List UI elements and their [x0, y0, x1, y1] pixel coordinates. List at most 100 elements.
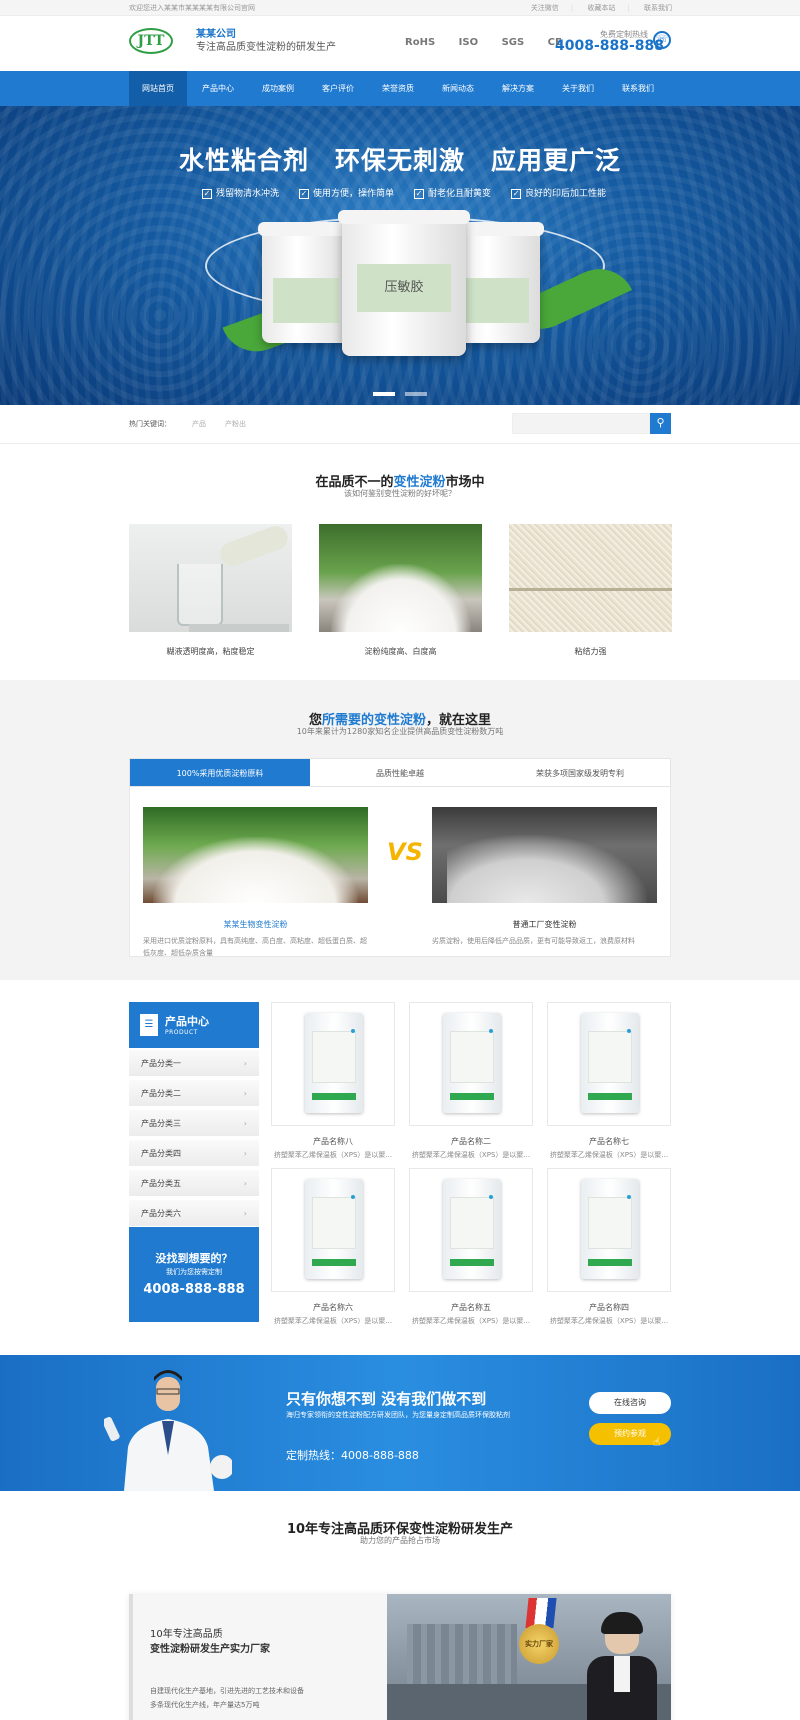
product-card[interactable]	[547, 1002, 671, 1126]
product-desc: 挤塑聚苯乙烯保温板（XPS）是以聚...	[273, 1317, 393, 1325]
product-bag-image	[305, 1179, 363, 1279]
nav-reviews[interactable]: 客户评价	[309, 71, 367, 106]
product-bag-image	[305, 1013, 363, 1113]
product-desc: 挤塑聚苯乙烯保温板（XPS）是以聚...	[273, 1151, 393, 1159]
chevron-right-icon: ›	[243, 1089, 247, 1098]
product-card[interactable]	[547, 1168, 671, 1292]
nav-home[interactable]: 网站首页	[129, 71, 187, 106]
slider-dots	[0, 389, 800, 399]
our-starch-name: 某某生物变性淀粉	[223, 920, 288, 929]
product-name[interactable]: 产品名称五	[409, 1302, 533, 1313]
logo[interactable]: JTT	[129, 28, 173, 54]
quality-image-powder	[319, 524, 482, 632]
list-icon: ☰	[140, 1014, 158, 1036]
product-bag-image	[443, 1013, 501, 1113]
rohs-logo: RoHS	[405, 37, 436, 48]
quality-caption: 粘结力强	[574, 647, 607, 656]
tab-performance[interactable]: 品质性能卓越	[310, 759, 490, 786]
product-card[interactable]	[271, 1168, 395, 1292]
chevron-right-icon: ›	[243, 1149, 247, 1158]
vs-mark: VS	[387, 838, 423, 866]
hero-banner[interactable]: 水性粘合剂 环保无刺激 应用更广泛 ✓ 残留物清水冲洗 ✓ 使用方便，操作简单 ✓ 耐…	[0, 106, 800, 405]
nav-about[interactable]: 关于我们	[549, 71, 607, 106]
feature-item: ✓ 使用方便，操作简单	[299, 189, 395, 199]
product-bag-image	[443, 1179, 501, 1279]
our-starch-desc: 采用进口优质淀粉原料，具有高纯度、高白度、高粘度、超低蛋白质、超低灰度、超低杂质…	[143, 937, 367, 957]
product-desc: 挤塑聚苯乙烯保温板（XPS）是以聚...	[549, 1151, 669, 1159]
check-icon: ✓	[511, 189, 522, 199]
hot-keyword[interactable]: 产粉出	[225, 419, 246, 429]
ordinary-starch-name: 普通工厂变性淀粉	[512, 920, 577, 929]
slider-dot[interactable]	[373, 392, 395, 396]
quality-subtitle: 该如何鉴别变性淀粉的好坏呢？	[344, 489, 456, 498]
about-paragraph: 自建现代化生产基地，引进先进的工艺技术和设备 多条现代化生产线，年产量达5万吨	[150, 1687, 304, 1709]
product-name[interactable]: 产品名称七	[547, 1136, 671, 1147]
product-card[interactable]	[271, 1002, 395, 1126]
product-name[interactable]: 产品名称八	[271, 1136, 395, 1147]
about-heading-2: 变性淀粉研发生产实力厂家	[150, 1644, 270, 1655]
nav-honors[interactable]: 荣誉资质	[369, 71, 427, 106]
product-name[interactable]: 产品名称四	[547, 1302, 671, 1313]
banner-headline: 水性粘合剂 环保无刺激 应用更广泛	[178, 146, 621, 175]
product-desc: 挤塑聚苯乙烯保温板（XPS）是以聚...	[549, 1317, 669, 1325]
banner-features: ✓ 残留物清水冲洗 ✓ 使用方便，操作简单 ✓ 耐老化且耐黄变 ✓ 良好的印后加工性能	[202, 186, 626, 199]
nav-solutions[interactable]: 解决方案	[489, 71, 547, 106]
product-name[interactable]: 产品名称二	[409, 1136, 533, 1147]
top-links: 关注微信 | 收藏本站 | 联系我们	[530, 4, 672, 12]
nav-products[interactable]: 产品中心	[189, 71, 247, 106]
category-item[interactable]: 产品分类一 ›	[129, 1050, 259, 1077]
chevron-right-icon: ›	[243, 1209, 247, 1218]
product-bucket: 压敏胶	[338, 210, 470, 356]
check-icon: ✓	[414, 189, 425, 199]
hotline-number: 4008-888-888	[555, 38, 665, 54]
product-card[interactable]	[409, 1168, 533, 1292]
product-center-header: ☰ 产品中心 PRODUCT	[129, 1002, 259, 1048]
tab-patents[interactable]: 荣获多项国家级发明专利	[490, 759, 670, 786]
product-card[interactable]	[409, 1002, 533, 1126]
category-item[interactable]: 产品分类四 ›	[129, 1140, 259, 1167]
feature-item: ✓ 良好的印后加工性能	[511, 189, 607, 199]
search-input[interactable]	[512, 413, 650, 434]
iso-logo: ISO	[458, 37, 479, 48]
cursor-hand-icon: ☝	[653, 1435, 661, 1449]
bookmark-link[interactable]: 收藏本站	[587, 4, 615, 12]
nav-contact[interactable]: 联系我们	[609, 71, 667, 106]
scientist-image	[104, 1370, 232, 1491]
category-item[interactable]: 产品分类三 ›	[129, 1110, 259, 1137]
custom-contact-box[interactable]: 没找到想要的？ 我们为您按需定制 4008-888-888	[129, 1227, 259, 1322]
product-desc: 挤塑聚苯乙烯保温板（XPS）是以聚...	[411, 1151, 531, 1159]
product-bag-image	[581, 1013, 639, 1113]
check-icon: ✓	[202, 189, 212, 199]
product-name[interactable]: 产品名称六	[271, 1302, 395, 1313]
quality-image-clear	[129, 524, 292, 632]
check-icon: ✓	[299, 189, 310, 199]
chevron-right-icon: ›	[243, 1059, 247, 1068]
quality-image-bond	[509, 524, 672, 632]
nav-cases[interactable]: 成功案例	[249, 71, 307, 106]
search-button[interactable]: ⚲	[650, 413, 671, 434]
chevron-right-icon: ›	[243, 1119, 247, 1128]
cta-subtitle: 海归专家领衔的变性淀粉配方研发团队，为您量身定制高品质环保胶粘剂	[286, 1411, 510, 1419]
contact-link[interactable]: 联系我们	[644, 4, 672, 12]
category-item[interactable]: 产品分类二 ›	[129, 1080, 259, 1107]
follow-wechat-link[interactable]: 关注微信	[531, 4, 559, 12]
hot-keywords-label: 热门关键词：	[129, 420, 171, 428]
factory-image: 实力厂家	[387, 1594, 671, 1720]
about-heading-1: 10年专注高品质	[150, 1629, 223, 1640]
quality-caption: 淀粉纯度高、白度高	[364, 647, 437, 656]
top-bar: 欢迎您进入某某市某某某某有限公司官网 关注微信 | 收藏本站 | 联系我们	[0, 0, 800, 16]
category-item[interactable]: 产品分类五 ›	[129, 1170, 259, 1197]
product-bag-image	[581, 1179, 639, 1279]
feature-item: ✓ 残留物清水冲洗	[202, 189, 280, 199]
slider-dot[interactable]	[405, 392, 427, 396]
hot-keyword[interactable]: 产品	[192, 419, 206, 429]
online-consult-button[interactable]: 在线咨询	[589, 1392, 671, 1414]
tab-raw-material[interactable]: 100%采用优质淀粉原料	[130, 759, 310, 786]
need-subtitle: 10年来累计为1280家知名企业提供高品质变性淀粉数万吨	[296, 727, 504, 736]
category-item[interactable]: 产品分类六 ›	[129, 1200, 259, 1227]
sgs-logo: SGS	[501, 37, 525, 48]
product-bucket	[258, 222, 354, 343]
nav-news[interactable]: 新闻动态	[429, 71, 487, 106]
chevron-right-icon: ›	[243, 1179, 247, 1188]
quality-caption: 糊液透明度高，粘度稳定	[166, 647, 255, 656]
